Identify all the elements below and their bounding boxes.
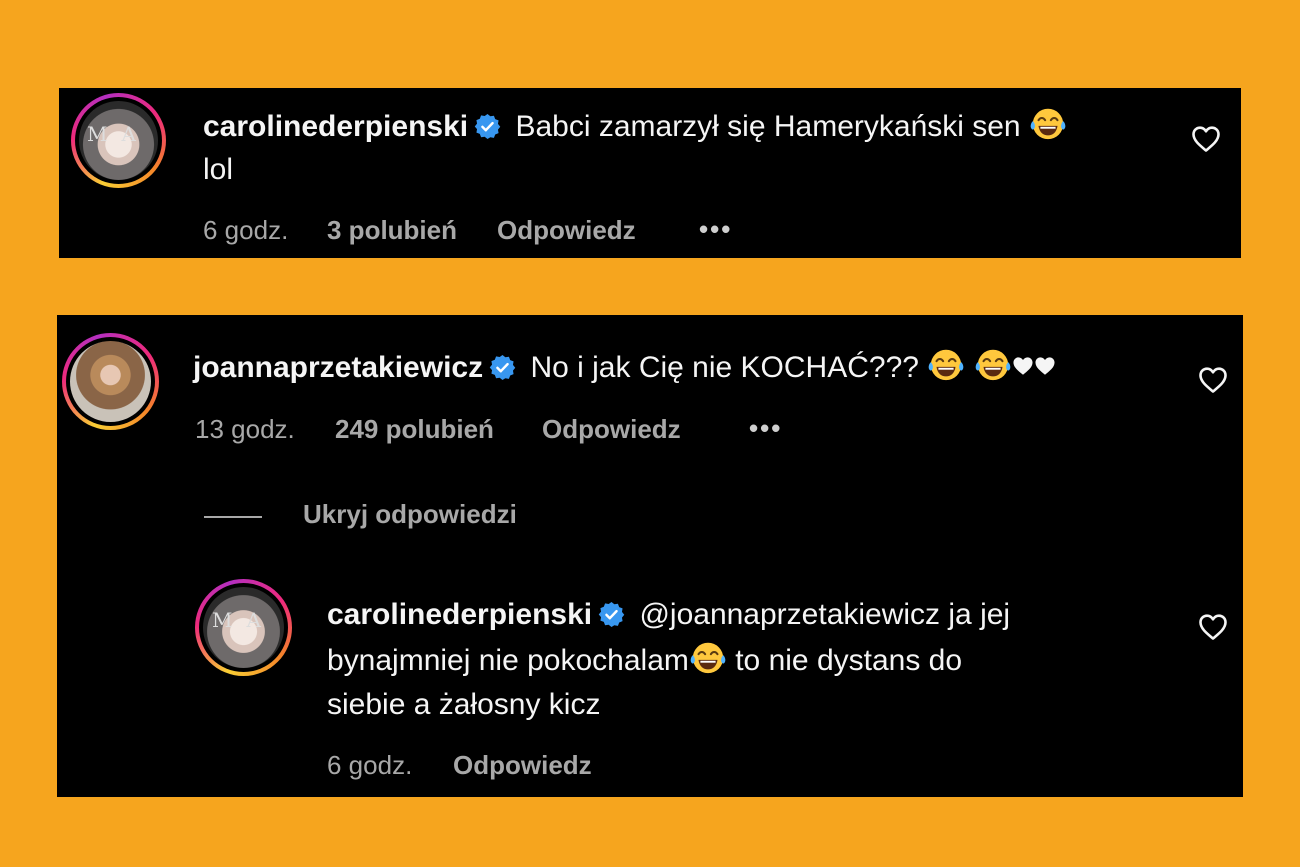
more-options-icon[interactable]: ••• (749, 413, 782, 444)
username[interactable]: joannaprzetakiewicz (193, 351, 483, 384)
verified-badge-icon (598, 601, 625, 628)
username[interactable]: carolinederpienski (203, 110, 468, 143)
verified-badge-icon (489, 354, 516, 381)
more-options-icon[interactable]: ••• (699, 214, 732, 245)
avatar[interactable]: MA (71, 93, 166, 188)
reply-button[interactable]: Odpowiedz (497, 215, 636, 246)
white-heart-emoji (1034, 355, 1056, 377)
tears-of-joy-emoji (974, 345, 1012, 383)
heart-outline-icon[interactable] (1198, 366, 1228, 394)
like-count[interactable]: 3 polubień (327, 215, 457, 246)
avatar-image: MA (79, 101, 158, 180)
avatar[interactable] (62, 333, 159, 430)
like-count[interactable]: 249 polubień (335, 414, 494, 445)
white-heart-emoji (1012, 355, 1034, 377)
comment-text: Babci zamarzył się Hamerykański sen (515, 110, 1021, 143)
username[interactable]: carolinederpienski (327, 598, 592, 631)
reply-body: carolinederpienski @joannaprzetakiewicz … (327, 593, 1010, 637)
comment-body: joannaprzetakiewicz No i jak Cię nie KOC… (193, 345, 1056, 390)
avatar-image: MA (203, 587, 284, 668)
reply-button[interactable]: Odpowiedz (453, 750, 592, 781)
heart-outline-icon[interactable] (1191, 125, 1221, 153)
comment-text: No i jak Cię nie KOCHAĆ??? (530, 351, 919, 384)
comment-card-2: joannaprzetakiewicz No i jak Cię nie KOC… (57, 315, 1243, 797)
verified-badge-icon (474, 113, 501, 140)
avatar-image (70, 341, 151, 422)
tears-of-joy-emoji (1029, 104, 1067, 142)
comment-card-1: MA carolinederpienski Babci zamarzył się… (59, 88, 1241, 258)
comment-time: 6 godz. (203, 215, 289, 245)
tears-of-joy-emoji (927, 345, 965, 383)
comment-body: carolinederpienski Babci zamarzył się Ha… (203, 104, 1067, 149)
comment-time: 13 godz. (195, 414, 295, 444)
hide-replies-button[interactable]: Ukryj odpowiedzi (303, 499, 517, 530)
reply-text: @joannaprzetakiewicz ja jej (639, 598, 1011, 631)
avatar[interactable]: MA (195, 579, 292, 676)
reply-time: 6 godz. (327, 750, 413, 780)
reply-text-line-3: siebie a żałosny kicz (327, 688, 601, 721)
reply-button[interactable]: Odpowiedz (542, 414, 681, 445)
comment-text-line-2: lol (203, 153, 234, 186)
heart-outline-icon[interactable] (1198, 613, 1228, 641)
reply-text-line-2: bynajmniej nie pokochalam to nie dystans… (327, 638, 962, 683)
divider (204, 516, 262, 518)
tears-of-joy-emoji (689, 638, 727, 676)
